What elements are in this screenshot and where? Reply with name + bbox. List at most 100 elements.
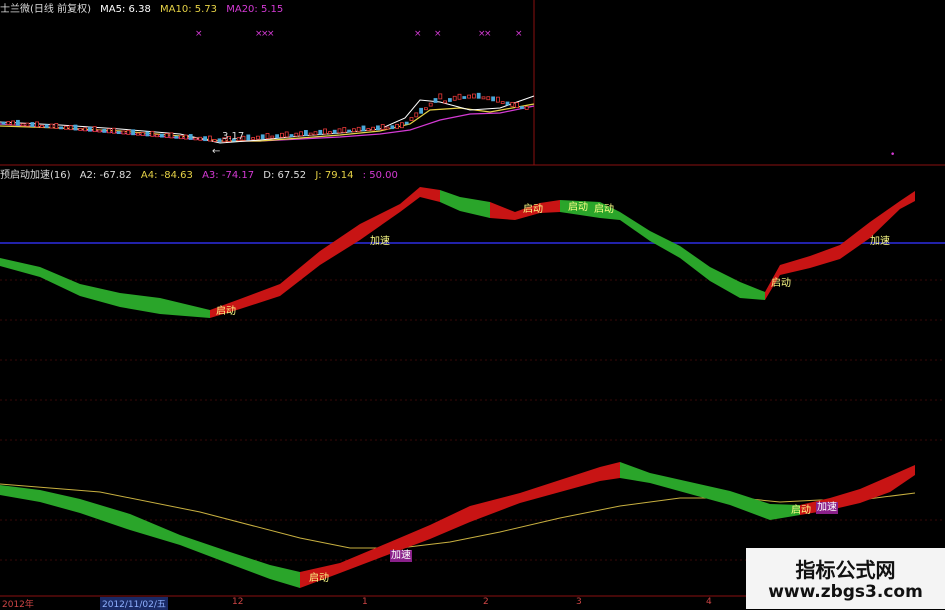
- indicator-title: 预启动加速(16): [0, 170, 71, 181]
- candle: [11, 120, 16, 126]
- candle: [414, 112, 419, 118]
- candle: [284, 131, 289, 138]
- candle: [255, 135, 260, 140]
- candle: [20, 123, 25, 127]
- signal-start: 启动: [791, 505, 811, 516]
- candle: [409, 117, 414, 121]
- candle: [97, 129, 102, 133]
- candle: [183, 134, 188, 140]
- price-panel-header: 士兰微(日线 前复权) MA5: 6.38 MA10: 5.73 MA20: 5…: [0, 4, 289, 16]
- candle: [265, 133, 270, 139]
- candle: [361, 125, 366, 132]
- candle: [423, 107, 428, 111]
- candle: [275, 134, 280, 139]
- candle: [380, 124, 385, 130]
- candle: [6, 121, 11, 125]
- candle: [217, 138, 222, 143]
- candle: [351, 128, 356, 133]
- xaxis-month-4: 4: [706, 597, 712, 607]
- candle: [25, 122, 30, 127]
- candle: [438, 93, 443, 100]
- candle: [375, 125, 380, 131]
- candle: [112, 127, 116, 134]
- indicator-band-upper: [0, 187, 915, 318]
- chart-stage[interactable]: × ××× × × ×× ×•: [0, 0, 945, 609]
- candle: [327, 131, 332, 134]
- candle: [40, 124, 44, 128]
- candle: [347, 129, 352, 133]
- candle: [433, 98, 438, 103]
- xaxis-month-12: 12: [232, 597, 244, 607]
- candle: [308, 132, 313, 136]
- candle: [150, 130, 155, 137]
- ma10-readout: MA10: 5.73: [160, 4, 218, 15]
- candle: [467, 94, 472, 99]
- candle: [126, 129, 131, 135]
- ma20-readout: MA20: 5.15: [226, 4, 284, 15]
- candle: [15, 119, 20, 126]
- candle: [385, 126, 390, 130]
- signal-marker: ×: [484, 29, 492, 39]
- band-segment-green: [0, 485, 300, 588]
- candle: [207, 135, 212, 142]
- candle: [471, 93, 476, 99]
- candle: [135, 132, 140, 136]
- signal-marker: ×: [515, 29, 523, 39]
- signal-marker: ×: [434, 29, 442, 39]
- signal-accel: 加速: [390, 550, 412, 562]
- candle: [452, 95, 457, 101]
- candle: [92, 126, 97, 133]
- candle: [203, 136, 208, 142]
- candle: [155, 134, 160, 138]
- signal-marker: ×: [414, 29, 422, 39]
- candle: [524, 106, 529, 110]
- signal-start: 启动: [568, 202, 588, 213]
- candle: [159, 133, 164, 138]
- d-readout: D: 67.52: [263, 170, 307, 181]
- candle: [515, 102, 519, 109]
- candle: [198, 136, 203, 141]
- candle: [49, 123, 54, 129]
- candle: [107, 128, 111, 134]
- candle: [260, 134, 265, 140]
- candle: [179, 135, 184, 140]
- candle: [73, 124, 78, 131]
- candle: [299, 131, 304, 137]
- candle: [428, 102, 433, 107]
- candle: [495, 96, 500, 103]
- candle: [78, 128, 83, 131]
- xaxis-month-1: 1: [362, 597, 368, 607]
- band-segment-red: [210, 187, 440, 318]
- candle: [318, 129, 323, 135]
- band-segment-green: [440, 190, 490, 218]
- candle: [140, 132, 145, 136]
- candle: [323, 128, 328, 135]
- signal-start: 启动: [523, 204, 543, 215]
- xaxis-month-3: 3: [576, 597, 582, 607]
- candle: [356, 126, 361, 132]
- candle: [505, 101, 510, 106]
- a4-readout: A4: -84.63: [140, 170, 193, 181]
- candle: [68, 125, 73, 131]
- signal-accel: 加速: [370, 236, 390, 247]
- ma5-readout: MA5: 6.38: [100, 4, 151, 15]
- candle: [491, 96, 496, 102]
- candle: [279, 132, 284, 138]
- candle: [332, 129, 337, 134]
- signal-marker: •: [890, 150, 895, 160]
- candle: [83, 127, 87, 132]
- signal-marker: ×: [195, 29, 203, 39]
- price-markers: × ××× × × ×× ×•: [195, 29, 895, 160]
- candle: [54, 123, 59, 129]
- j-readout: J: 79.14: [315, 170, 354, 181]
- candle: [188, 134, 193, 140]
- candle: [289, 134, 294, 137]
- indicator-panel-header: 预启动加速(16) A2: -67.82 A4: -84.63 A3: -74.…: [0, 170, 404, 182]
- candle: [102, 129, 107, 133]
- candle: [251, 137, 256, 140]
- candle: [371, 126, 376, 131]
- candle: [395, 123, 400, 129]
- candle: [246, 134, 251, 141]
- signal-start: 启动: [771, 278, 791, 289]
- candle: [164, 133, 169, 138]
